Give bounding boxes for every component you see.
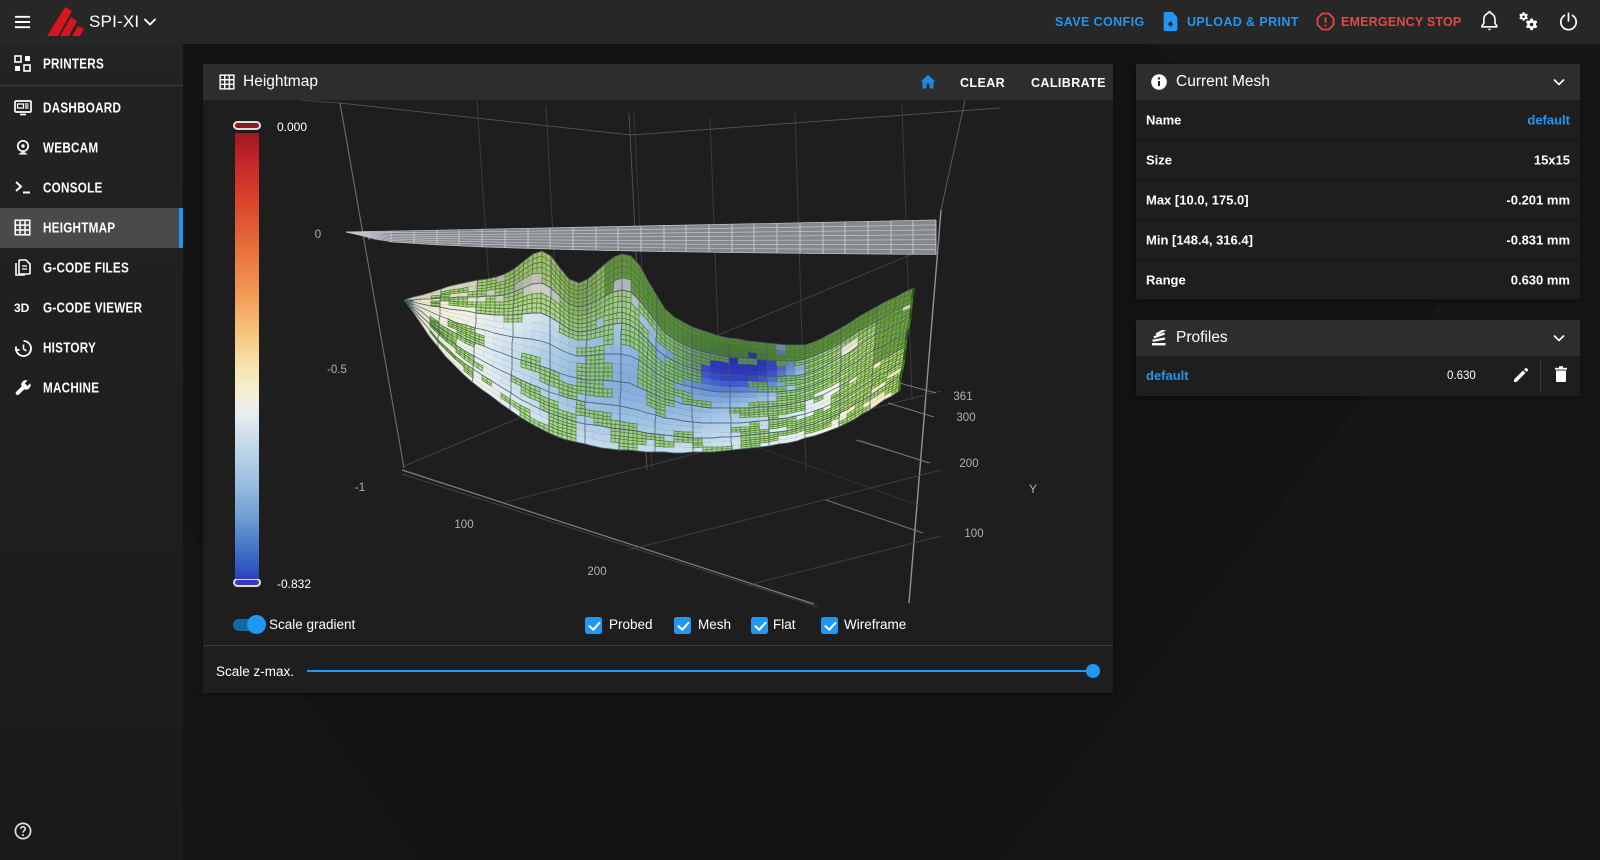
svg-text:-1: -1 xyxy=(355,482,365,494)
svg-text:300: 300 xyxy=(956,412,975,424)
svg-text:361: 361 xyxy=(953,391,972,403)
svg-text:100: 100 xyxy=(964,528,983,540)
svg-text:200: 200 xyxy=(959,458,978,470)
svg-text:Y: Y xyxy=(1029,482,1037,496)
svg-text:3D: 3D xyxy=(14,301,30,315)
svg-text:-0.5: -0.5 xyxy=(327,364,347,376)
svg-text:0: 0 xyxy=(315,229,321,241)
svg-text:200: 200 xyxy=(587,566,606,578)
svg-text:100: 100 xyxy=(454,519,473,531)
